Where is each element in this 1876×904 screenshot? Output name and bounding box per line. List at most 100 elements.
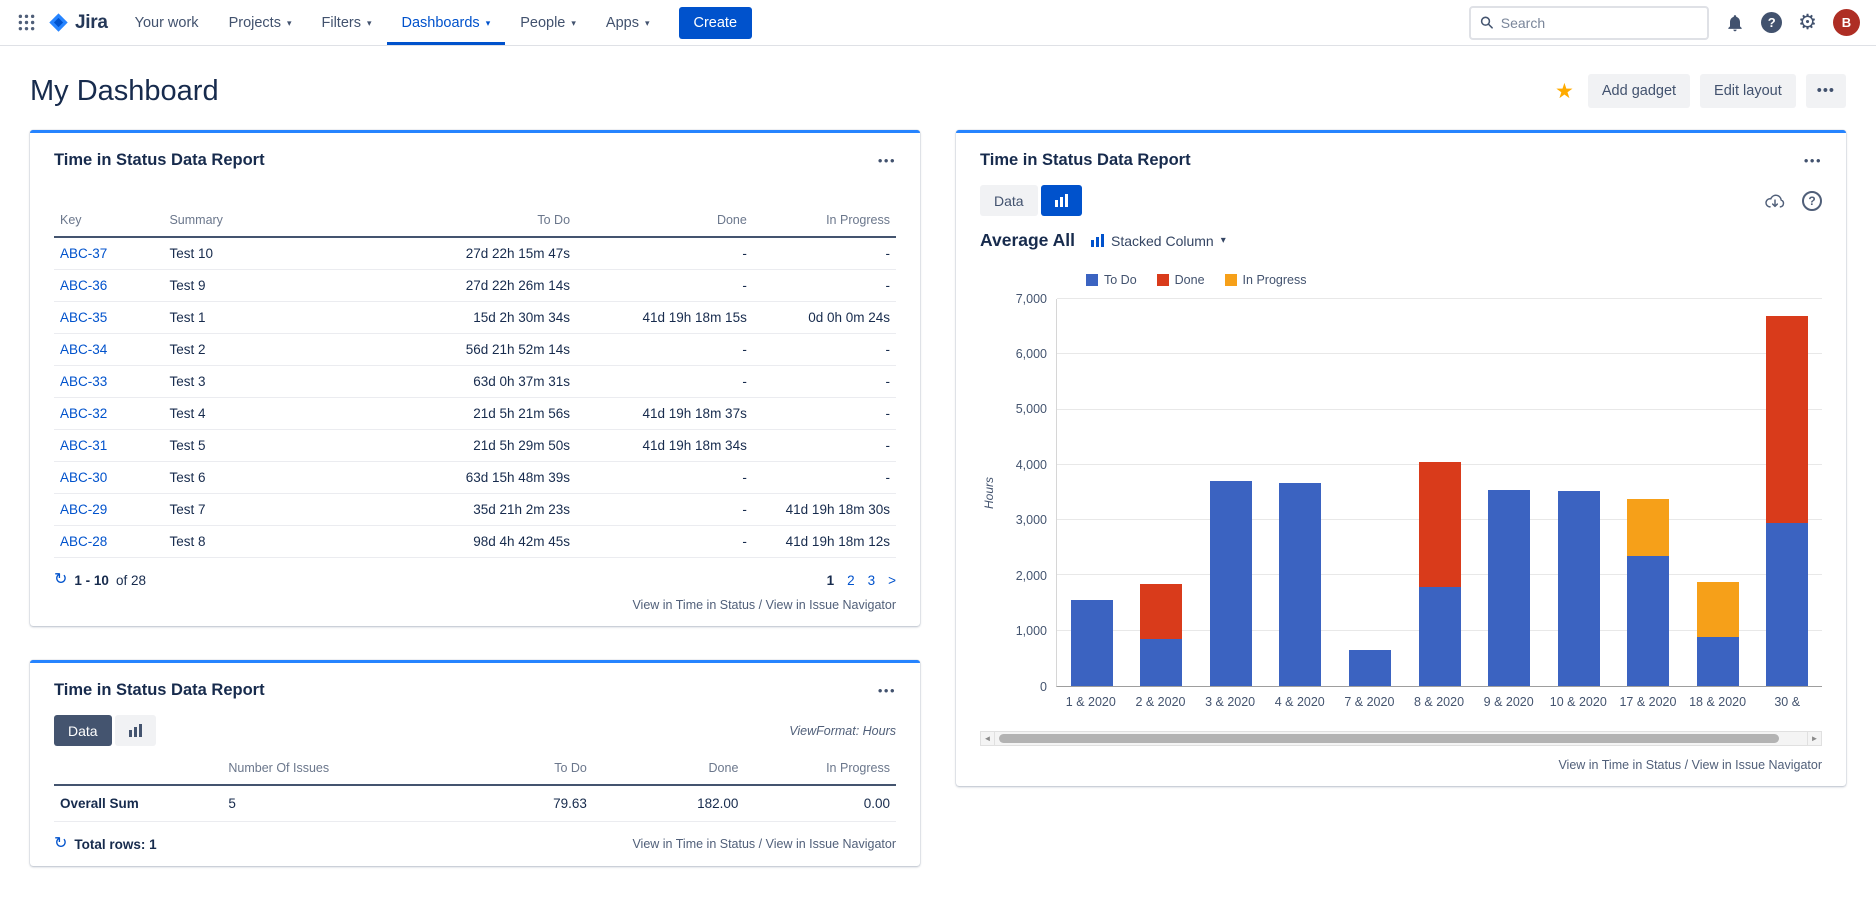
- issue-key-link[interactable]: ABC-28: [60, 534, 107, 549]
- horizontal-scrollbar[interactable]: ◄ ►: [980, 731, 1822, 746]
- bar-stack[interactable]: [1210, 299, 1252, 686]
- bar-segment-to-do[interactable]: [1627, 556, 1669, 686]
- primary-nav: Your work Projects ▾ Filters ▾ Dashboard…: [120, 0, 665, 45]
- profile-avatar[interactable]: B: [1833, 9, 1860, 36]
- favorite-star-icon[interactable]: ★: [1555, 79, 1574, 104]
- legend-item[interactable]: To Do: [1086, 273, 1137, 287]
- issue-key-link[interactable]: ABC-37: [60, 246, 107, 261]
- scrollbar-track[interactable]: [995, 731, 1807, 746]
- bar-segment-to-do[interactable]: [1697, 637, 1739, 686]
- chart-data-tab-button[interactable]: Data: [980, 185, 1038, 216]
- bar-segment-done[interactable]: [1419, 462, 1461, 586]
- bar-segment-to-do[interactable]: [1279, 483, 1321, 686]
- chart-help-button[interactable]: ?: [1802, 191, 1822, 211]
- bar-segment-in-progress[interactable]: [1627, 499, 1669, 556]
- view-in-issue-navigator-link[interactable]: View in Issue Navigator: [766, 598, 896, 612]
- settings-button[interactable]: ⚙: [1798, 12, 1817, 33]
- column-header-done: Done: [576, 208, 753, 237]
- bar-segment-done[interactable]: [1766, 316, 1808, 523]
- view-toggle: Data: [54, 715, 156, 746]
- bar-stack[interactable]: [1697, 299, 1739, 686]
- nav-item-dashboards[interactable]: Dashboards ▾: [387, 0, 506, 45]
- bar-segment-to-do[interactable]: [1488, 490, 1530, 686]
- issue-key-link[interactable]: ABC-30: [60, 470, 107, 485]
- sum-chart-tab-button[interactable]: [115, 715, 156, 746]
- add-gadget-button[interactable]: Add gadget: [1588, 74, 1690, 108]
- nav-item-people[interactable]: People ▾: [505, 0, 591, 45]
- scroll-left-button[interactable]: ◄: [980, 731, 995, 746]
- bar-segment-to-do[interactable]: [1210, 481, 1252, 686]
- bar-stack[interactable]: [1419, 299, 1461, 686]
- gadget-more-button[interactable]: •••: [878, 683, 896, 698]
- pagination: ↻ 1 - 10 of 28 1 2 3 >: [54, 572, 896, 588]
- bar-segment-to-do[interactable]: [1140, 639, 1182, 686]
- bar-segment-to-do[interactable]: [1766, 523, 1808, 686]
- column-header-summary: Summary: [163, 208, 365, 237]
- chart-chart-tab-button[interactable]: [1041, 185, 1082, 216]
- issue-key-link[interactable]: ABC-35: [60, 310, 107, 325]
- view-in-issue-navigator-link[interactable]: View in Issue Navigator: [1692, 758, 1822, 772]
- bar-segment-to-do[interactable]: [1419, 587, 1461, 687]
- view-in-time-in-status-link[interactable]: View in Time in Status: [632, 837, 755, 851]
- x-tick-label: 1 & 2020: [1056, 687, 1126, 709]
- issues-count-cell: 5: [222, 785, 441, 822]
- issue-key-link[interactable]: ABC-31: [60, 438, 107, 453]
- done-cell: 41d 19h 18m 34s: [576, 430, 753, 462]
- issue-key-link[interactable]: ABC-34: [60, 342, 107, 357]
- sum-data-tab-button[interactable]: Data: [54, 715, 112, 746]
- gadget-more-button[interactable]: •••: [1804, 153, 1822, 168]
- nav-item-projects[interactable]: Projects ▾: [214, 0, 307, 45]
- column-header-todo: To Do: [441, 756, 593, 785]
- y-axis-ticks: 01,0002,0003,0004,0005,0006,0007,000: [998, 299, 1056, 687]
- help-icon: ?: [1761, 12, 1782, 33]
- view-in-issue-navigator-link[interactable]: View in Issue Navigator: [766, 837, 896, 851]
- scrollbar-thumb[interactable]: [999, 734, 1779, 743]
- jira-logo[interactable]: Jira: [44, 12, 120, 34]
- bar-segment-done[interactable]: [1140, 584, 1182, 639]
- next-page-link[interactable]: >: [888, 573, 896, 588]
- refresh-icon[interactable]: ↻: [54, 572, 67, 588]
- issue-key-link[interactable]: ABC-29: [60, 502, 107, 517]
- bar-segment-to-do[interactable]: [1558, 491, 1600, 686]
- bar-segment-to-do[interactable]: [1349, 650, 1391, 686]
- page-number-link[interactable]: 3: [868, 573, 876, 588]
- app-switcher-button[interactable]: [8, 5, 44, 41]
- legend-item[interactable]: In Progress: [1225, 273, 1307, 287]
- bar-stack[interactable]: [1627, 299, 1669, 686]
- help-button[interactable]: ?: [1761, 12, 1782, 33]
- page-number-current[interactable]: 1: [827, 573, 835, 588]
- page-number-link[interactable]: 2: [847, 573, 855, 588]
- view-in-time-in-status-link[interactable]: View in Time in Status: [632, 598, 755, 612]
- table-row: ABC-28 Test 8 98d 4h 42m 45s - 41d 19h 1…: [54, 526, 896, 558]
- bar-stack[interactable]: [1279, 299, 1321, 686]
- bar-segment-in-progress[interactable]: [1697, 582, 1739, 637]
- bar-stack[interactable]: [1140, 299, 1182, 686]
- x-tick-label: 7 & 2020: [1335, 687, 1405, 709]
- bar-stack[interactable]: [1071, 299, 1113, 686]
- view-in-time-in-status-link[interactable]: View in Time in Status: [1558, 758, 1681, 772]
- bar-stack[interactable]: [1349, 299, 1391, 686]
- issue-key-link[interactable]: ABC-33: [60, 374, 107, 389]
- nav-item-your-work[interactable]: Your work: [120, 0, 214, 45]
- issue-key-link[interactable]: ABC-36: [60, 278, 107, 293]
- chart-type-dropdown[interactable]: Stacked Column ▾: [1091, 233, 1226, 249]
- search-input[interactable]: [1501, 15, 1698, 31]
- gadget-more-button[interactable]: •••: [878, 153, 896, 168]
- edit-layout-button[interactable]: Edit layout: [1700, 74, 1796, 108]
- scroll-right-button[interactable]: ►: [1807, 731, 1822, 746]
- bar-stack[interactable]: [1766, 299, 1808, 686]
- notifications-button[interactable]: [1725, 13, 1745, 33]
- bar-stack[interactable]: [1558, 299, 1600, 686]
- legend-item[interactable]: Done: [1157, 273, 1205, 287]
- nav-item-filters[interactable]: Filters ▾: [306, 0, 386, 45]
- bar-stack[interactable]: [1488, 299, 1530, 686]
- nav-item-apps[interactable]: Apps ▾: [591, 0, 665, 45]
- bar-segment-to-do[interactable]: [1071, 600, 1113, 686]
- export-chart-button[interactable]: [1764, 192, 1786, 210]
- issue-key-link[interactable]: ABC-32: [60, 406, 107, 421]
- refresh-icon[interactable]: ↻: [54, 836, 67, 852]
- gadget-footer: View in Time in Status / View in Issue N…: [980, 758, 1822, 772]
- dashboard-more-button[interactable]: •••: [1806, 74, 1846, 108]
- legend-swatch: [1086, 274, 1098, 286]
- create-button[interactable]: Create: [679, 7, 753, 39]
